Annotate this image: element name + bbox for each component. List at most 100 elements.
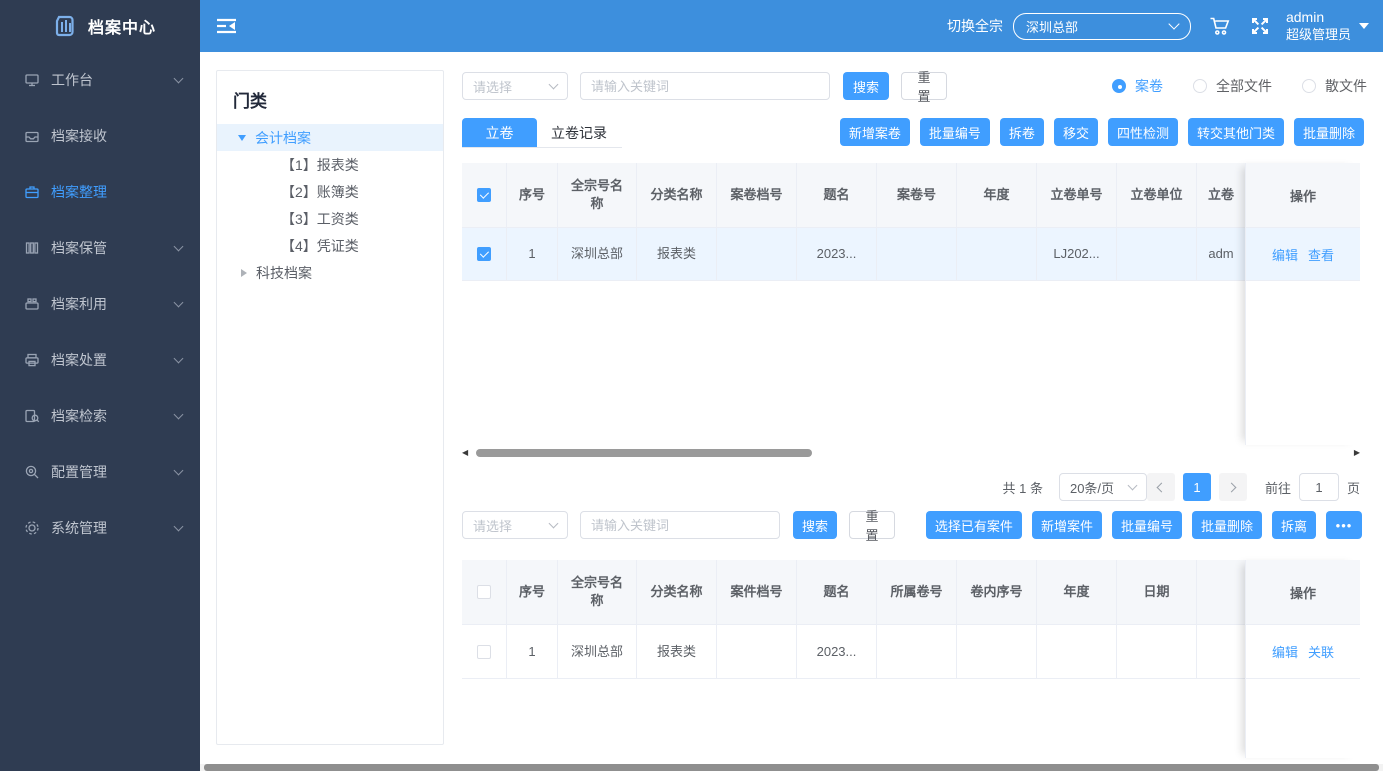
item-table: 序号 全宗号名称 分类名称 案件档号 题名 所属卷号 卷内序号 年度 日期 1 … bbox=[462, 560, 1360, 758]
column-header: 序号 bbox=[507, 163, 558, 228]
prev-page-button[interactable] bbox=[1147, 473, 1175, 501]
tree-node-voucher-class[interactable]: 【4】凭证类 bbox=[217, 232, 443, 259]
page-hscrollbar[interactable] bbox=[200, 764, 1383, 771]
column-header: 卷内序号 bbox=[957, 560, 1037, 625]
radio-all-files[interactable]: 全部文件 bbox=[1193, 76, 1272, 96]
more-actions-button[interactable]: ••• bbox=[1326, 511, 1362, 539]
item-reset-button[interactable]: 重置 bbox=[849, 511, 895, 539]
tree-node-tech-archive[interactable]: 科技档案 bbox=[217, 259, 443, 286]
cart-icon[interactable] bbox=[1209, 16, 1232, 37]
four-property-check-button[interactable]: 四性检测 bbox=[1108, 118, 1178, 146]
scroll-right-icon[interactable]: ▶ bbox=[1350, 446, 1360, 460]
batch-number-button[interactable]: 批量编号 bbox=[920, 118, 990, 146]
column-header: 立卷单位 bbox=[1117, 163, 1197, 228]
archive-search-icon bbox=[24, 408, 40, 424]
tree-node-report-class[interactable]: 【1】报表类 bbox=[217, 151, 443, 178]
archive-organize-icon bbox=[24, 184, 40, 200]
split-volume-button[interactable]: 拆卷 bbox=[1000, 118, 1044, 146]
goto-page-input[interactable] bbox=[1299, 473, 1339, 501]
caret-collapsed-icon[interactable] bbox=[241, 269, 247, 277]
tab-filing[interactable]: 立卷 bbox=[462, 118, 537, 147]
case-table: 序号 全宗号名称 分类名称 案卷档号 题名 案卷号 年度 立卷单号 立卷单位 立… bbox=[462, 163, 1360, 445]
chevron-down-icon bbox=[174, 73, 184, 83]
chevron-down-icon bbox=[1128, 481, 1138, 491]
edit-link[interactable]: 编辑 bbox=[1272, 245, 1298, 264]
switch-fonds-label: 切换全宗 bbox=[947, 16, 1003, 36]
radio-dot-icon bbox=[1302, 79, 1316, 93]
page-size-select[interactable]: 20条/页 bbox=[1059, 473, 1147, 501]
select-all-checkbox[interactable] bbox=[477, 188, 491, 202]
sidebar-item-label: 档案接收 bbox=[51, 126, 182, 146]
item-search-button[interactable]: 搜索 bbox=[793, 511, 837, 539]
item-batch-delete-button[interactable]: 批量删除 bbox=[1192, 511, 1262, 539]
menu-collapse-icon[interactable] bbox=[216, 17, 238, 35]
sidebar-item-workbench[interactable]: 工作台 bbox=[0, 52, 200, 108]
next-page-button[interactable] bbox=[1219, 473, 1247, 501]
sidebar-item-archive-disposal[interactable]: 档案处置 bbox=[0, 332, 200, 388]
case-table-header: 序号 全宗号名称 分类名称 案卷档号 题名 案卷号 年度 立卷单号 立卷单位 立… bbox=[462, 163, 1360, 228]
detach-button[interactable]: 拆离 bbox=[1272, 511, 1316, 539]
fullscreen-icon[interactable] bbox=[1250, 16, 1270, 36]
keyword-input[interactable] bbox=[580, 72, 830, 100]
radio-case-file[interactable]: 案卷 bbox=[1112, 76, 1163, 96]
user-menu[interactable]: admin 超级管理员 bbox=[1286, 9, 1351, 43]
column-header: 所属卷号 bbox=[877, 560, 957, 625]
sidebar-item-archive-storage[interactable]: 档案保管 bbox=[0, 220, 200, 276]
tab-filing-records[interactable]: 立卷记录 bbox=[551, 118, 607, 147]
sidebar-item-system[interactable]: 系统管理 bbox=[0, 500, 200, 556]
tree-node-label: 【2】账簿类 bbox=[281, 182, 359, 202]
item-actions: 选择已有案件 新增案件 批量编号 批量删除 拆离 ••• bbox=[926, 511, 1362, 539]
tree-node-ledger-class[interactable]: 【2】账簿类 bbox=[217, 178, 443, 205]
transfer-other-category-button[interactable]: 转交其他门类 bbox=[1188, 118, 1284, 146]
transfer-button[interactable]: 移交 bbox=[1054, 118, 1098, 146]
current-page[interactable]: 1 bbox=[1183, 473, 1211, 501]
scrollbar-thumb[interactable] bbox=[204, 764, 1379, 771]
field-select-placeholder: 请选择 bbox=[473, 77, 550, 96]
select-existing-item-button[interactable]: 选择已有案件 bbox=[926, 511, 1022, 539]
chevron-down-icon bbox=[174, 353, 184, 363]
radio-dot-icon bbox=[1193, 79, 1207, 93]
chevron-down-icon bbox=[174, 465, 184, 475]
view-link[interactable]: 查看 bbox=[1308, 245, 1334, 264]
case-table-hscrollbar[interactable]: ◀ ▶ bbox=[462, 446, 1360, 460]
item-field-select[interactable]: 请选择 bbox=[462, 511, 568, 539]
edit-link[interactable]: 编辑 bbox=[1272, 642, 1298, 661]
column-header: 分类名称 bbox=[637, 560, 717, 625]
sidebar-item-archive-search[interactable]: 档案检索 bbox=[0, 388, 200, 444]
tree-node-accounting-archive[interactable]: 会计档案 bbox=[217, 124, 443, 151]
tree-node-salary-class[interactable]: 【3】工资类 bbox=[217, 205, 443, 232]
relate-link[interactable]: 关联 bbox=[1308, 642, 1334, 661]
scrollbar-thumb[interactable] bbox=[476, 449, 812, 457]
sidebar-item-label: 档案整理 bbox=[51, 182, 182, 202]
add-item-button[interactable]: 新增案件 bbox=[1032, 511, 1102, 539]
scrollbar-track[interactable] bbox=[472, 446, 1350, 460]
sidebar-item-archive-organize[interactable]: 档案整理 bbox=[0, 164, 200, 220]
chevron-down-icon bbox=[174, 521, 184, 531]
caret-expanded-icon[interactable] bbox=[238, 135, 246, 141]
sidebar-item-config[interactable]: 配置管理 bbox=[0, 444, 200, 500]
add-case-button[interactable]: 新增案卷 bbox=[840, 118, 910, 146]
sidebar-item-archive-usage[interactable]: 档案利用 bbox=[0, 276, 200, 332]
batch-delete-button[interactable]: 批量删除 bbox=[1294, 118, 1364, 146]
item-keyword-input[interactable] bbox=[580, 511, 780, 539]
scroll-left-icon[interactable]: ◀ bbox=[462, 446, 472, 460]
fonds-select[interactable]: 深圳总部 bbox=[1013, 13, 1191, 40]
sidebar-item-archive-receive[interactable]: 档案接收 bbox=[0, 108, 200, 164]
view-mode-radios: 案卷 全部文件 散文件 bbox=[1112, 72, 1367, 100]
radio-label: 案卷 bbox=[1135, 76, 1163, 96]
reset-button[interactable]: 重置 bbox=[901, 72, 947, 100]
field-select[interactable]: 请选择 bbox=[462, 72, 568, 100]
row-checkbox[interactable] bbox=[477, 247, 491, 261]
item-batch-number-button[interactable]: 批量编号 bbox=[1112, 511, 1182, 539]
row-checkbox[interactable] bbox=[477, 645, 491, 659]
radio-loose-files[interactable]: 散文件 bbox=[1302, 76, 1367, 96]
column-header: 序号 bbox=[507, 560, 558, 625]
column-header: 日期 bbox=[1117, 560, 1197, 625]
item-table-row[interactable]: 1 深圳总部 报表类 2023... bbox=[462, 625, 1360, 679]
sidebar-item-label: 档案检索 bbox=[51, 406, 175, 426]
search-button[interactable]: 搜索 bbox=[843, 72, 889, 100]
cell-date bbox=[1117, 625, 1197, 679]
select-all-checkbox[interactable] bbox=[477, 585, 491, 599]
cell-category-name: 报表类 bbox=[637, 625, 717, 679]
case-table-row[interactable]: 1 深圳总部 报表类 2023... LJ202... adm bbox=[462, 228, 1360, 281]
